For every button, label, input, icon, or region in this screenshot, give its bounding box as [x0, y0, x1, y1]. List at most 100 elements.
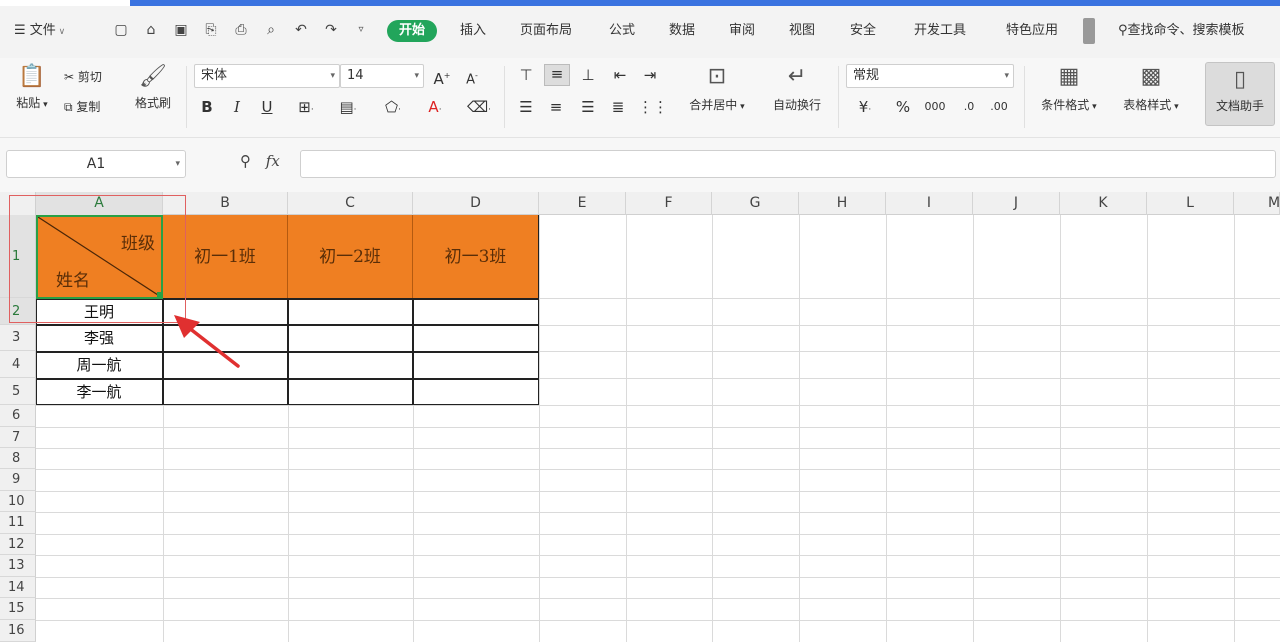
customize-toolbar-icon[interactable]: ▿: [352, 21, 370, 39]
grid-line: [36, 448, 1280, 449]
active-document-tab-strip[interactable]: [130, 0, 1280, 6]
column-header-l[interactable]: L: [1147, 192, 1234, 215]
copy-button[interactable]: ⧉ 复制: [64, 98, 100, 115]
merge-center-button[interactable]: ⊡ 合并居中 ▾: [680, 64, 754, 113]
column-header-h[interactable]: H: [799, 192, 886, 215]
row-header-4[interactable]: 4: [0, 351, 36, 378]
tab-developer[interactable]: 开发工具: [914, 20, 966, 42]
cell-style-icon[interactable]: ▤·: [332, 98, 364, 119]
command-search[interactable]: ⚲查找命令、搜索模板: [1118, 20, 1245, 42]
class-header-cell[interactable]: 初一2班: [288, 215, 413, 299]
name-box[interactable]: A1 ▾: [6, 150, 186, 178]
tab-insert[interactable]: 插入: [460, 20, 486, 42]
tab-formulas[interactable]: 公式: [609, 20, 635, 42]
export-pdf-icon[interactable]: ⎘: [202, 21, 220, 39]
file-menu[interactable]: ☰ 文件 ∨: [14, 20, 65, 42]
decrease-indent-icon[interactable]: ⇤: [610, 66, 630, 84]
number-format-select[interactable]: 常规 ▾: [846, 64, 1014, 88]
pin-ribbon-icon[interactable]: [1083, 18, 1095, 44]
zoom-search-icon[interactable]: ⚲: [240, 152, 251, 170]
cut-button[interactable]: ✂ 剪切: [64, 68, 102, 85]
undo-icon[interactable]: ↶: [292, 21, 310, 39]
underline-icon[interactable]: U: [258, 98, 276, 116]
thousands-separator-icon[interactable]: 000: [922, 98, 948, 116]
print-preview-icon[interactable]: ⌕: [262, 21, 280, 39]
column-header-k[interactable]: K: [1060, 192, 1147, 215]
tab-home[interactable]: 开始: [387, 20, 438, 42]
save-icon[interactable]: ▣: [172, 21, 190, 39]
decrease-decimal-icon[interactable]: .00: [986, 98, 1012, 116]
increase-font-icon[interactable]: A+: [432, 67, 452, 88]
tab-data[interactable]: 数据: [669, 20, 695, 42]
bold-icon[interactable]: B: [198, 98, 216, 116]
column-header-i[interactable]: I: [886, 192, 973, 215]
percent-icon[interactable]: %: [892, 98, 914, 116]
row-header-5[interactable]: 5: [0, 378, 36, 405]
fx-icon[interactable]: fx: [266, 152, 280, 170]
tab-review[interactable]: 审阅: [729, 20, 755, 42]
row-header-10[interactable]: 10: [0, 491, 36, 512]
tab-special-apps[interactable]: 特色应用: [1006, 20, 1058, 42]
distributed-icon[interactable]: ⋮⋮: [638, 98, 668, 116]
doc-helper-button[interactable]: ▯ 文档助手: [1205, 62, 1275, 126]
formula-input[interactable]: [300, 150, 1276, 178]
class-header-cell[interactable]: 初一3班: [413, 215, 539, 299]
clear-format-icon[interactable]: ⌫·: [462, 98, 496, 119]
font-color-icon[interactable]: A·: [418, 98, 452, 119]
align-top-icon[interactable]: ⊤: [516, 66, 536, 84]
row-header-8[interactable]: 8: [0, 448, 36, 469]
font-size-select[interactable]: 14 ▾: [340, 64, 424, 88]
student-name-cell[interactable]: 周一航: [36, 352, 162, 378]
row-header-11[interactable]: 11: [0, 512, 36, 534]
new-document-icon[interactable]: ▢: [112, 21, 130, 39]
column-header-f[interactable]: F: [626, 192, 712, 215]
align-middle-icon[interactable]: ≡: [544, 64, 570, 86]
table-style-button[interactable]: ▩ 表格样式 ▾: [1114, 64, 1188, 113]
tab-page-layout[interactable]: 页面布局: [520, 20, 572, 42]
row-header-15[interactable]: 15: [0, 598, 36, 620]
row-header-14[interactable]: 14: [0, 577, 36, 598]
italic-icon[interactable]: I: [228, 98, 246, 116]
align-bottom-icon[interactable]: ⊥: [578, 66, 598, 84]
align-left-icon[interactable]: ☰: [516, 98, 536, 116]
column-header-c[interactable]: C: [288, 192, 413, 215]
group-divider: [1024, 66, 1025, 128]
paste-button[interactable]: 📋 粘贴 ▾: [10, 64, 54, 111]
redo-icon[interactable]: ↷: [322, 21, 340, 39]
student-name-cell[interactable]: 李一航: [36, 379, 162, 405]
row-header-12[interactable]: 12: [0, 534, 36, 555]
brush-icon: 🖌: [139, 64, 167, 89]
increase-decimal-icon[interactable]: .0: [956, 98, 982, 116]
increase-indent-icon[interactable]: ⇥: [640, 66, 660, 84]
row-header-13[interactable]: 13: [0, 555, 36, 577]
align-right-icon[interactable]: ☰: [578, 98, 598, 116]
currency-icon[interactable]: ¥·: [848, 98, 882, 119]
tab-security[interactable]: 安全: [850, 20, 876, 42]
open-folder-icon[interactable]: ⌂: [142, 21, 160, 39]
paste-icon: 📋: [18, 64, 46, 89]
row-header-6[interactable]: 6: [0, 405, 36, 427]
row-header-3[interactable]: 3: [0, 325, 36, 351]
column-header-e[interactable]: E: [539, 192, 626, 215]
row-header-16[interactable]: 16: [0, 620, 36, 642]
justify-icon[interactable]: ≣: [608, 98, 628, 116]
column-header-d[interactable]: D: [413, 192, 539, 215]
align-center-icon[interactable]: ≡: [546, 98, 566, 116]
conditional-format-button[interactable]: ▦ 条件格式 ▾: [1032, 64, 1106, 113]
font-name-select[interactable]: 宋体 ▾: [194, 64, 340, 88]
borders-icon[interactable]: ⊞·: [290, 98, 322, 119]
format-painter-button[interactable]: 🖌 格式刷: [130, 64, 176, 111]
wrap-text-button[interactable]: ↵ 自动换行: [764, 64, 830, 113]
decrease-font-icon[interactable]: A-: [462, 67, 482, 89]
grid-line: [36, 469, 1280, 470]
column-header-g[interactable]: G: [712, 192, 799, 215]
column-header-m[interactable]: M: [1234, 192, 1280, 215]
table-style-icon: ▩: [1140, 64, 1162, 89]
column-header-j[interactable]: J: [973, 192, 1060, 215]
print-icon[interactable]: ⎙: [232, 21, 250, 39]
fill-color-icon[interactable]: ⬠·: [376, 98, 410, 119]
tab-view[interactable]: 视图: [789, 20, 815, 42]
student-name-cell[interactable]: 李强: [36, 325, 162, 351]
row-header-9[interactable]: 9: [0, 469, 36, 491]
row-header-7[interactable]: 7: [0, 427, 36, 448]
